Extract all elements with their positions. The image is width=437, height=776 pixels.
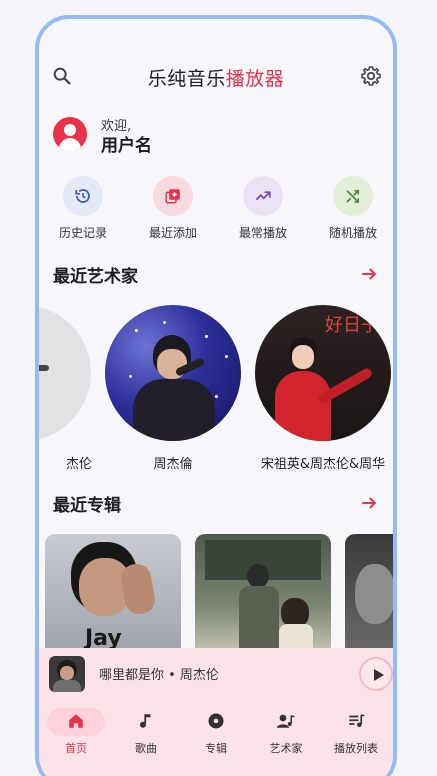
settings-icon[interactable] <box>359 64 383 88</box>
now-playing-bar[interactable]: 哪里都是你 • 周杰伦 <box>39 648 393 700</box>
album-cover[interactable] <box>345 534 393 654</box>
artist-image <box>39 305 91 441</box>
home-icon <box>69 714 83 728</box>
history-icon <box>63 176 103 216</box>
music-note-icon <box>140 714 151 728</box>
artist-card[interactable]: 周杰倫 <box>103 305 243 472</box>
tab-albums[interactable]: 专辑 <box>181 708 251 756</box>
shuffle-button[interactable]: 随机播放 <box>310 176 393 241</box>
phone-frame: 乐纯音乐播放器 欢迎, 用户名 历史记录 最近添加 最常播放 随机播放 最近艺术… <box>35 15 397 776</box>
play-button[interactable] <box>359 657 393 691</box>
bottom-navigation: 首页 歌曲 专辑 艺术家 播放列表 <box>39 700 393 776</box>
recent-albums-list: Jay <box>39 534 393 654</box>
history-button[interactable]: 历史记录 <box>40 176 126 241</box>
trending-up-icon <box>243 176 283 216</box>
username: 用户名 <box>101 136 152 156</box>
quick-actions: 历史记录 最近添加 最常播放 随机播放 <box>39 176 393 246</box>
recent-artists-header: 最近艺术家 <box>53 262 379 288</box>
most-played-button[interactable]: 最常播放 <box>220 176 306 241</box>
arrow-right-icon[interactable] <box>359 264 379 284</box>
artist-image <box>105 305 241 441</box>
artist-image: 好日子 <box>255 305 391 441</box>
album-cover[interactable]: Jay <box>45 534 181 654</box>
tab-artists[interactable]: 艺术家 <box>251 708 321 756</box>
arrow-right-icon[interactable] <box>359 493 379 513</box>
tab-songs[interactable]: 歌曲 <box>111 708 181 756</box>
tab-home[interactable]: 首页 <box>41 708 111 756</box>
app-title: 乐纯音乐播放器 <box>147 68 285 90</box>
album-cover[interactable] <box>195 534 331 654</box>
recently-added-button[interactable]: 最近添加 <box>130 176 216 241</box>
section-title: 最近艺术家 <box>53 267 138 287</box>
user-profile[interactable]: 欢迎, 用户名 <box>53 117 353 157</box>
artist-icon <box>277 714 295 728</box>
playlist-add-icon <box>153 176 193 216</box>
album-icon <box>208 713 224 729</box>
avatar-icon[interactable] <box>53 117 87 151</box>
artist-card[interactable]: 好日子 宋祖英&周杰伦&周华 <box>253 305 393 472</box>
home-screen: 乐纯音乐播放器 欢迎, 用户名 历史记录 最近添加 最常播放 随机播放 最近艺术… <box>39 19 393 776</box>
playlist-icon <box>349 714 365 727</box>
shuffle-icon <box>333 176 373 216</box>
tab-playlists[interactable]: 播放列表 <box>321 708 391 756</box>
artist-card[interactable]: 杰伦 <box>39 305 93 472</box>
recent-artists-list: 杰伦 周杰倫 好日子 宋祖英&周杰伦&周华 <box>39 305 393 485</box>
play-icon <box>374 669 384 681</box>
now-playing-cover[interactable] <box>49 656 85 692</box>
top-bar: 乐纯音乐播放器 <box>39 59 393 93</box>
now-playing-title: 哪里都是你 • 周杰伦 <box>99 668 219 683</box>
section-title: 最近专辑 <box>53 496 121 516</box>
recent-albums-header: 最近专辑 <box>53 491 379 517</box>
